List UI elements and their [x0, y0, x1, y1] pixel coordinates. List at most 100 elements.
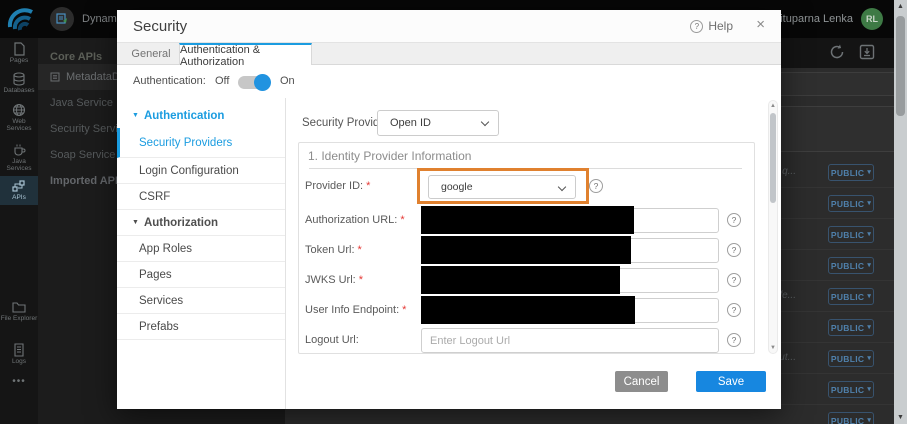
scrollbar-thumb[interactable] [896, 16, 905, 116]
metadata-db-icon [50, 72, 60, 82]
sidebar-item-apis[interactable]: APIs [0, 176, 38, 205]
user-menu[interactable]: Rituparna Lenka RL [772, 8, 883, 30]
cancel-button[interactable]: Cancel [615, 371, 668, 392]
sidebar-item-java-services[interactable]: Java Services [0, 143, 38, 172]
wavemaker-logo-icon[interactable] [5, 4, 35, 34]
triangle-down-icon: ▼ [132, 112, 139, 119]
logout-url-input[interactable] [421, 328, 719, 353]
required-asterisk: * [358, 244, 362, 256]
visibility-dropdown[interactable]: PUBLIC▾ [828, 350, 874, 367]
nav-item-app-roles[interactable]: App Roles [117, 236, 285, 262]
nav-item-login-configuration[interactable]: Login Configuration [117, 158, 285, 184]
dots-icon: ••• [12, 378, 26, 385]
identity-provider-panel: 1. Identity Provider Information Provide… [298, 142, 755, 354]
nav-item-prefabs[interactable]: Prefabs [117, 314, 285, 340]
nav-item-pages[interactable]: Pages [117, 262, 285, 288]
nav-item-security-providers[interactable]: Security Providers [117, 128, 285, 158]
field-help-icon[interactable]: ? [727, 213, 741, 227]
form-scrollbar[interactable]: ▲ ▼ [768, 100, 778, 354]
redacted-value [421, 236, 631, 264]
nav-item-csrf[interactable]: CSRF [117, 184, 285, 210]
save-export-icon[interactable] [858, 43, 878, 63]
required-asterisk: * [402, 304, 406, 316]
page-scrollbar[interactable]: ▲ ▼ [894, 0, 907, 424]
scroll-up-icon[interactable]: ▲ [894, 3, 907, 10]
log-file-icon [12, 343, 26, 357]
field-help-icon[interactable]: ? [727, 243, 741, 257]
coffee-cup-icon [12, 143, 26, 157]
caret-down-icon: ▾ [867, 262, 871, 269]
sidebar-item-databases[interactable]: Databases [0, 72, 38, 94]
scroll-down-icon[interactable]: ▼ [769, 345, 777, 351]
project-selector[interactable]: Dynamic [50, 7, 125, 31]
more-options-button[interactable]: ••• [0, 378, 38, 385]
scroll-up-icon[interactable]: ▲ [769, 103, 777, 109]
help-button[interactable]: ? Help [690, 19, 733, 33]
jwks-url-row: JWKS Url:* ? [299, 267, 756, 294]
visibility-dropdown[interactable]: PUBLIC▾ [828, 412, 874, 424]
toggle-knob [254, 74, 271, 91]
security-nav: ▼ Authentication Security Providers Logi… [117, 98, 286, 409]
triangle-down-icon: ▼ [132, 219, 139, 226]
field-help-icon[interactable]: ? [727, 273, 741, 287]
search-placeholder: Method Name or URL... [759, 73, 907, 95]
user-info-endpoint-label: User Info Endpoint: [305, 304, 399, 316]
close-icon[interactable]: × [756, 16, 765, 33]
project-icon [50, 7, 74, 31]
required-asterisk: * [359, 274, 363, 286]
caret-down-icon: ▾ [867, 417, 871, 424]
token-url-row: Token Url:* ? [299, 237, 756, 264]
redacted-value [421, 296, 635, 324]
caret-down-icon: ▾ [867, 231, 871, 238]
nav-group-authentication[interactable]: ▼ Authentication [117, 103, 285, 128]
save-button[interactable]: Save [696, 371, 766, 392]
visibility-dropdown[interactable]: PUBLIC▾ [828, 226, 874, 243]
authorization-url-label: Authorization URL: [305, 214, 397, 226]
sidebar-item-web-services[interactable]: Web Services [0, 103, 38, 132]
refresh-icon[interactable] [828, 43, 848, 63]
tab-general[interactable]: General [123, 43, 179, 65]
database-icon [12, 72, 26, 86]
section-title: 1. Identity Provider Information [308, 149, 471, 163]
user-name: Rituparna Lenka [772, 13, 853, 25]
left-icon-rail: Pages Databases Web Services Java Servic… [0, 38, 38, 424]
sidebar-item-file-explorer[interactable]: File Explorer [0, 300, 38, 322]
logout-url-label: Logout Url: [305, 334, 359, 346]
caret-down-icon: ▾ [867, 324, 871, 331]
sidebar-item-logs[interactable]: Logs [0, 343, 38, 365]
provider-id-label: Provider ID: [305, 180, 363, 192]
visibility-dropdown[interactable]: PUBLIC▾ [828, 257, 874, 274]
required-asterisk: * [400, 214, 404, 226]
caret-down-icon: ▾ [867, 386, 871, 393]
folder-icon [12, 300, 26, 314]
logout-url-row: Logout Url: ? [299, 327, 756, 354]
visibility-dropdown[interactable]: PUBLIC▾ [828, 195, 874, 212]
visibility-dropdown[interactable]: PUBLIC▾ [828, 381, 874, 398]
user-avatar: RL [861, 8, 883, 30]
nav-item-services[interactable]: Services [117, 288, 285, 314]
apis-icon [12, 179, 26, 193]
token-url-label: Token Url: [305, 244, 355, 256]
dialog-header: Security ? Help × [117, 10, 781, 43]
help-icon: ? [690, 20, 703, 33]
visibility-dropdown[interactable]: PUBLIC▾ [828, 164, 874, 181]
visibility-dropdown[interactable]: PUBLIC▾ [828, 288, 874, 305]
provider-id-select[interactable]: google [428, 175, 576, 199]
field-help-icon[interactable]: ? [589, 179, 603, 193]
scroll-down-icon[interactable]: ▼ [894, 414, 907, 421]
field-help-icon[interactable]: ? [727, 333, 741, 347]
tab-authentication-authorization[interactable]: Authentication & Authorization [179, 43, 312, 66]
toggle-off-label: Off [215, 75, 229, 87]
authentication-toggle[interactable] [238, 76, 270, 89]
scrollbar-thumb[interactable] [770, 113, 776, 203]
required-asterisk: * [366, 180, 370, 192]
dialog-title: Security [133, 18, 187, 35]
visibility-dropdown[interactable]: PUBLIC▾ [828, 319, 874, 336]
globe-icon [12, 103, 26, 117]
nav-group-authorization[interactable]: ▼ Authorization [117, 210, 285, 236]
chevron-down-icon [558, 183, 566, 191]
app-window: Dynamic Rituparna Lenka RL Pages Databas… [0, 0, 907, 424]
security-provider-select[interactable]: Open ID [377, 110, 499, 136]
field-help-icon[interactable]: ? [727, 303, 741, 317]
sidebar-item-pages[interactable]: Pages [0, 42, 38, 64]
